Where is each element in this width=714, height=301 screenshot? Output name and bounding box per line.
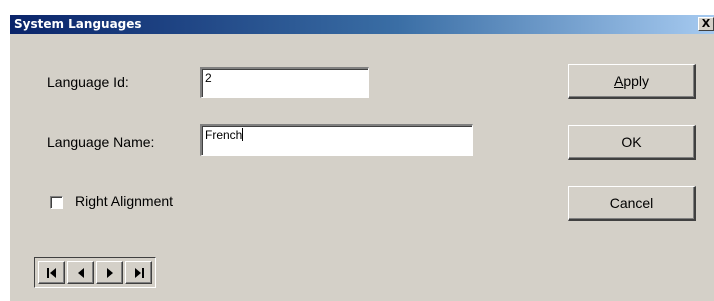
ok-button[interactable]: OK [568, 125, 696, 160]
background-strip [0, 0, 714, 15]
language-name-label: Language Name: [47, 134, 155, 150]
previous-record-icon [77, 267, 84, 278]
cancel-button[interactable]: Cancel [568, 186, 696, 221]
system-languages-dialog: System Languages X Language Id: 2 Langua… [10, 15, 714, 301]
title-bar[interactable]: System Languages X [10, 15, 714, 34]
right-alignment-checkbox[interactable] [50, 196, 63, 209]
text-caret [242, 128, 244, 141]
apply-button[interactable]: Apply [568, 64, 696, 99]
right-alignment-label[interactable]: Right Alignment [75, 193, 173, 209]
language-id-label: Language Id: [47, 74, 129, 90]
language-name-field[interactable]: French [200, 124, 473, 156]
apply-accelerator: A [613, 73, 624, 89]
language-id-field[interactable]: 2 [200, 67, 369, 98]
previous-record-button[interactable] [67, 261, 94, 284]
apply-label: pply [623, 73, 650, 89]
next-record-button[interactable] [96, 261, 123, 284]
last-record-button[interactable] [125, 261, 152, 284]
record-navigator [34, 257, 156, 288]
close-button[interactable]: X [698, 17, 714, 31]
ok-label: OK [621, 134, 642, 150]
close-icon: X [701, 17, 711, 30]
next-record-icon [106, 267, 113, 278]
last-record-icon [134, 267, 144, 278]
first-record-icon [46, 267, 56, 278]
first-record-button[interactable] [38, 261, 65, 284]
language-name-value: French [205, 128, 243, 142]
cancel-label: Cancel [609, 195, 654, 211]
language-id-value: 2 [205, 71, 212, 85]
window-title: System Languages [14, 17, 142, 31]
